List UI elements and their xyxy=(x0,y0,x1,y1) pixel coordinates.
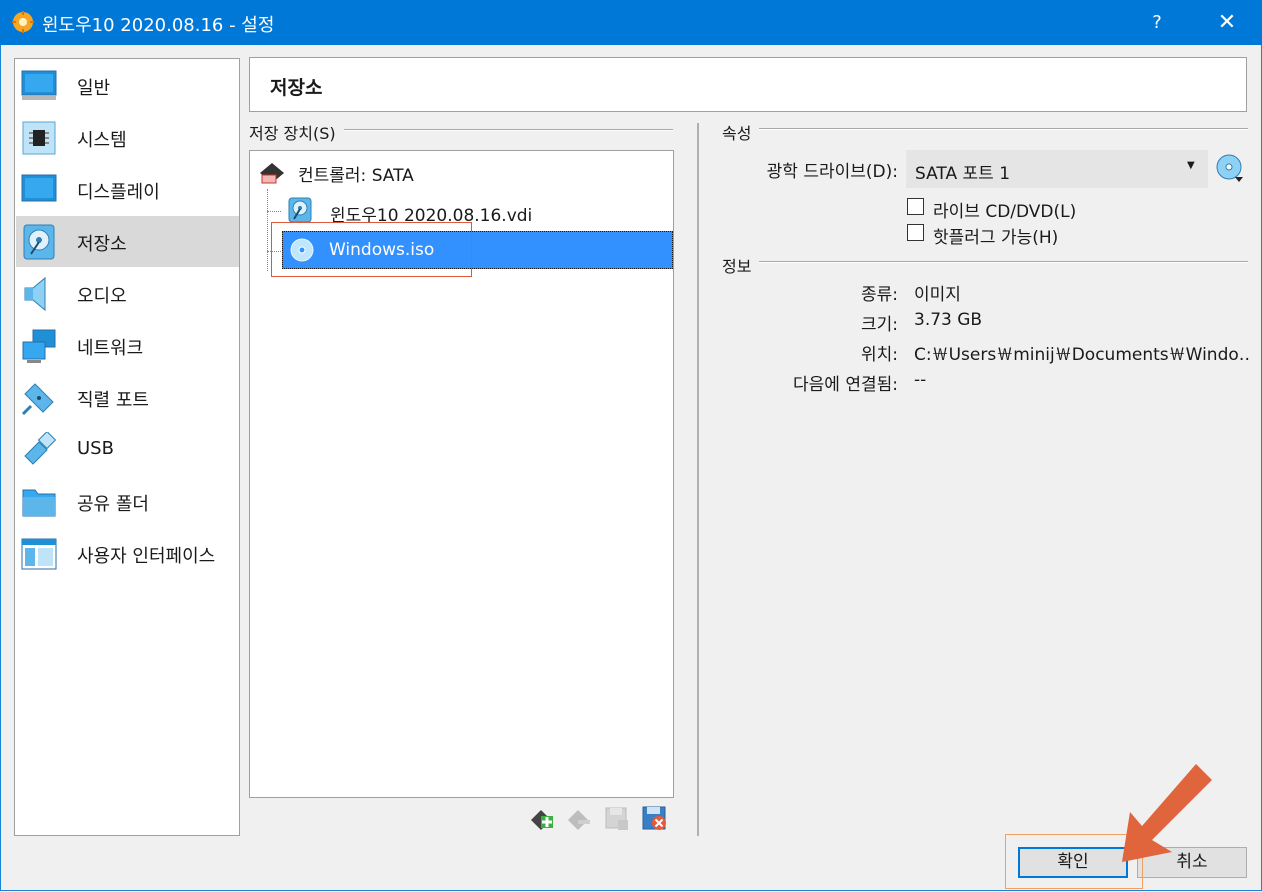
optical-drive-select[interactable]: SATA 포트 1 ▼ xyxy=(906,150,1208,188)
nav-label: 사용자 인터페이스 xyxy=(77,546,216,567)
window-title: 윈도우10 2020.08.16 - 설정 xyxy=(42,15,275,36)
settings-nav: 일반 시스템 디스플레이 저장소 오디오 네트워크 직렬 포트 USB 공유 폴… xyxy=(14,58,240,836)
optical-drive-label: 광학 드라이브(D): xyxy=(766,162,898,182)
usb-icon xyxy=(21,430,57,468)
chevron-down-icon: ▼ xyxy=(1187,160,1195,171)
serial-port-icon xyxy=(21,380,57,416)
speaker-icon xyxy=(21,276,57,312)
hotplug-checkbox[interactable] xyxy=(907,224,924,241)
hotplug-label: 핫플러그 가능(H) xyxy=(933,228,1059,248)
nav-label: 오디오 xyxy=(77,286,127,307)
tree-item-controller[interactable]: 컨트롤러: SATA xyxy=(298,161,414,186)
folder-icon xyxy=(21,484,57,520)
nav-item-system[interactable]: 시스템 xyxy=(16,112,239,163)
info-location-value: C:￦Users￦minij￦Documents￦Windo… xyxy=(914,345,1250,365)
nav-item-serial-port[interactable]: 직렬 포트 xyxy=(16,372,239,423)
remove-controller-icon[interactable] xyxy=(566,806,592,832)
nav-item-storage[interactable]: 저장소 xyxy=(16,216,239,267)
nav-item-display[interactable]: 디스플레이 xyxy=(16,164,239,215)
storage-group-caption: 저장 장치(S) xyxy=(249,120,344,144)
nav-item-network[interactable]: 네트워크 xyxy=(16,320,239,371)
page-header: 저장소 xyxy=(249,57,1247,112)
help-button[interactable]: ? xyxy=(1136,0,1178,45)
annotation-arrow-icon xyxy=(1108,762,1214,870)
close-button[interactable]: ✕ xyxy=(1202,0,1252,45)
live-cd-checkbox[interactable] xyxy=(907,198,924,215)
nav-label: 저장소 xyxy=(77,234,127,255)
info-attached-label: 다음에 연결됨: xyxy=(793,375,898,395)
splitter[interactable] xyxy=(697,123,699,836)
nav-item-general[interactable]: 일반 xyxy=(16,60,239,111)
nav-label: 일반 xyxy=(77,78,111,99)
display-icon xyxy=(21,172,57,208)
live-cd-label: 라이브 CD/DVD(L) xyxy=(933,202,1077,222)
remove-attachment-icon[interactable] xyxy=(642,806,668,832)
ui-window-icon xyxy=(21,536,57,572)
optical-drive-value: SATA 포트 1 xyxy=(915,164,1011,184)
nav-label: 직렬 포트 xyxy=(77,390,149,411)
info-type-label: 종류: xyxy=(860,285,898,305)
chip-icon xyxy=(21,120,57,156)
nav-label: 네트워크 xyxy=(77,338,144,359)
info-size-label: 크기: xyxy=(860,315,898,335)
nav-label: 디스플레이 xyxy=(77,182,160,203)
network-icon xyxy=(21,328,57,364)
info-size-value: 3.73 GB xyxy=(914,310,983,330)
storage-disk-icon xyxy=(21,224,57,260)
page-title: 저장소 xyxy=(270,77,323,99)
nav-label: USB xyxy=(77,438,114,459)
nav-item-shared-folders[interactable]: 공유 폴더 xyxy=(16,476,239,527)
info-group-caption: 정보 xyxy=(722,253,760,277)
nav-item-audio[interactable]: 오디오 xyxy=(16,268,239,319)
monitor-icon xyxy=(21,68,57,104)
annotation-highlight-box xyxy=(271,222,472,277)
info-group-separator xyxy=(722,261,1248,263)
attributes-group-caption: 속성 xyxy=(722,120,760,144)
info-attached-value: -- xyxy=(914,370,927,390)
nav-label: 시스템 xyxy=(77,130,127,151)
add-controller-icon[interactable] xyxy=(529,806,555,832)
tree-line xyxy=(267,211,281,212)
info-location-label: 위치: xyxy=(860,345,898,365)
sata-controller-icon xyxy=(258,159,286,187)
hard-disk-icon xyxy=(287,197,313,223)
info-type-value: 이미지 xyxy=(914,285,961,305)
settings-gear-icon xyxy=(11,10,35,34)
choose-disk-icon[interactable] xyxy=(1215,153,1247,185)
nav-item-user-interface[interactable]: 사용자 인터페이스 xyxy=(16,528,239,579)
tree-line xyxy=(267,189,268,271)
nav-item-usb[interactable]: USB xyxy=(16,424,239,475)
attributes-group-separator xyxy=(722,128,1248,130)
nav-label: 공유 폴더 xyxy=(77,494,149,515)
add-attachment-icon[interactable] xyxy=(604,806,630,832)
